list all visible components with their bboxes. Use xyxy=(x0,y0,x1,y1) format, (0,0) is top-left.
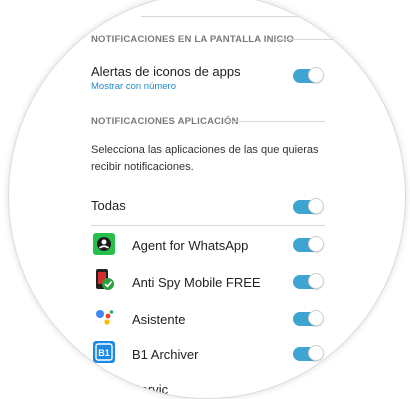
svg-text:B1: B1 xyxy=(98,348,110,358)
section-divider xyxy=(225,121,325,122)
section-divider xyxy=(275,39,405,40)
anti-spy-icon xyxy=(93,269,115,291)
app-name: Asistente xyxy=(132,312,186,327)
section-header-app-notifications: NOTIFICACIONES APLICACIÓN xyxy=(91,116,239,127)
toggle-knob xyxy=(308,273,324,289)
app-toggle[interactable] xyxy=(293,310,324,326)
app-icon-badges-title: Alertas de iconos de apps xyxy=(91,64,241,79)
app-name: Agent for WhatsApp xyxy=(132,238,249,253)
app-toggle[interactable] xyxy=(293,236,324,252)
toggle-knob xyxy=(308,198,324,214)
settings-screen: NOTIFICACIONES EN LA PANTALLA INICIO Ale… xyxy=(9,0,405,398)
app-name: B1 Archiver xyxy=(132,347,199,362)
magnified-circle-view: NOTIFICACIONES EN LA PANTALLA INICIO Ale… xyxy=(9,0,405,398)
toggle-knob xyxy=(308,345,324,361)
app-name: Servic xyxy=(132,382,169,397)
app-toggle[interactable] xyxy=(293,273,324,289)
app-toggle[interactable] xyxy=(293,345,324,361)
app-icon-badges-toggle[interactable] xyxy=(293,67,324,83)
app-name: Anti Spy Mobile FREE xyxy=(132,275,261,290)
app-icon-badges-subtitle[interactable]: Mostrar con número xyxy=(91,81,176,92)
google-assistant-icon xyxy=(93,306,115,328)
row-divider xyxy=(91,225,325,226)
app-notifications-description: Selecciona las aplicaciones de las que q… xyxy=(91,144,319,173)
b1-archiver-icon: B1 xyxy=(93,341,115,363)
all-apps-label: Todas xyxy=(91,198,126,213)
section-header-home-screen: NOTIFICACIONES EN LA PANTALLA INICIO xyxy=(91,34,294,45)
previous-section-card xyxy=(141,0,341,17)
all-apps-toggle[interactable] xyxy=(293,198,324,214)
agent-whatsapp-icon xyxy=(93,233,115,255)
toggle-knob xyxy=(308,67,324,83)
toggle-knob xyxy=(308,236,324,252)
toggle-knob xyxy=(308,310,324,326)
generic-app-icon xyxy=(93,378,115,398)
